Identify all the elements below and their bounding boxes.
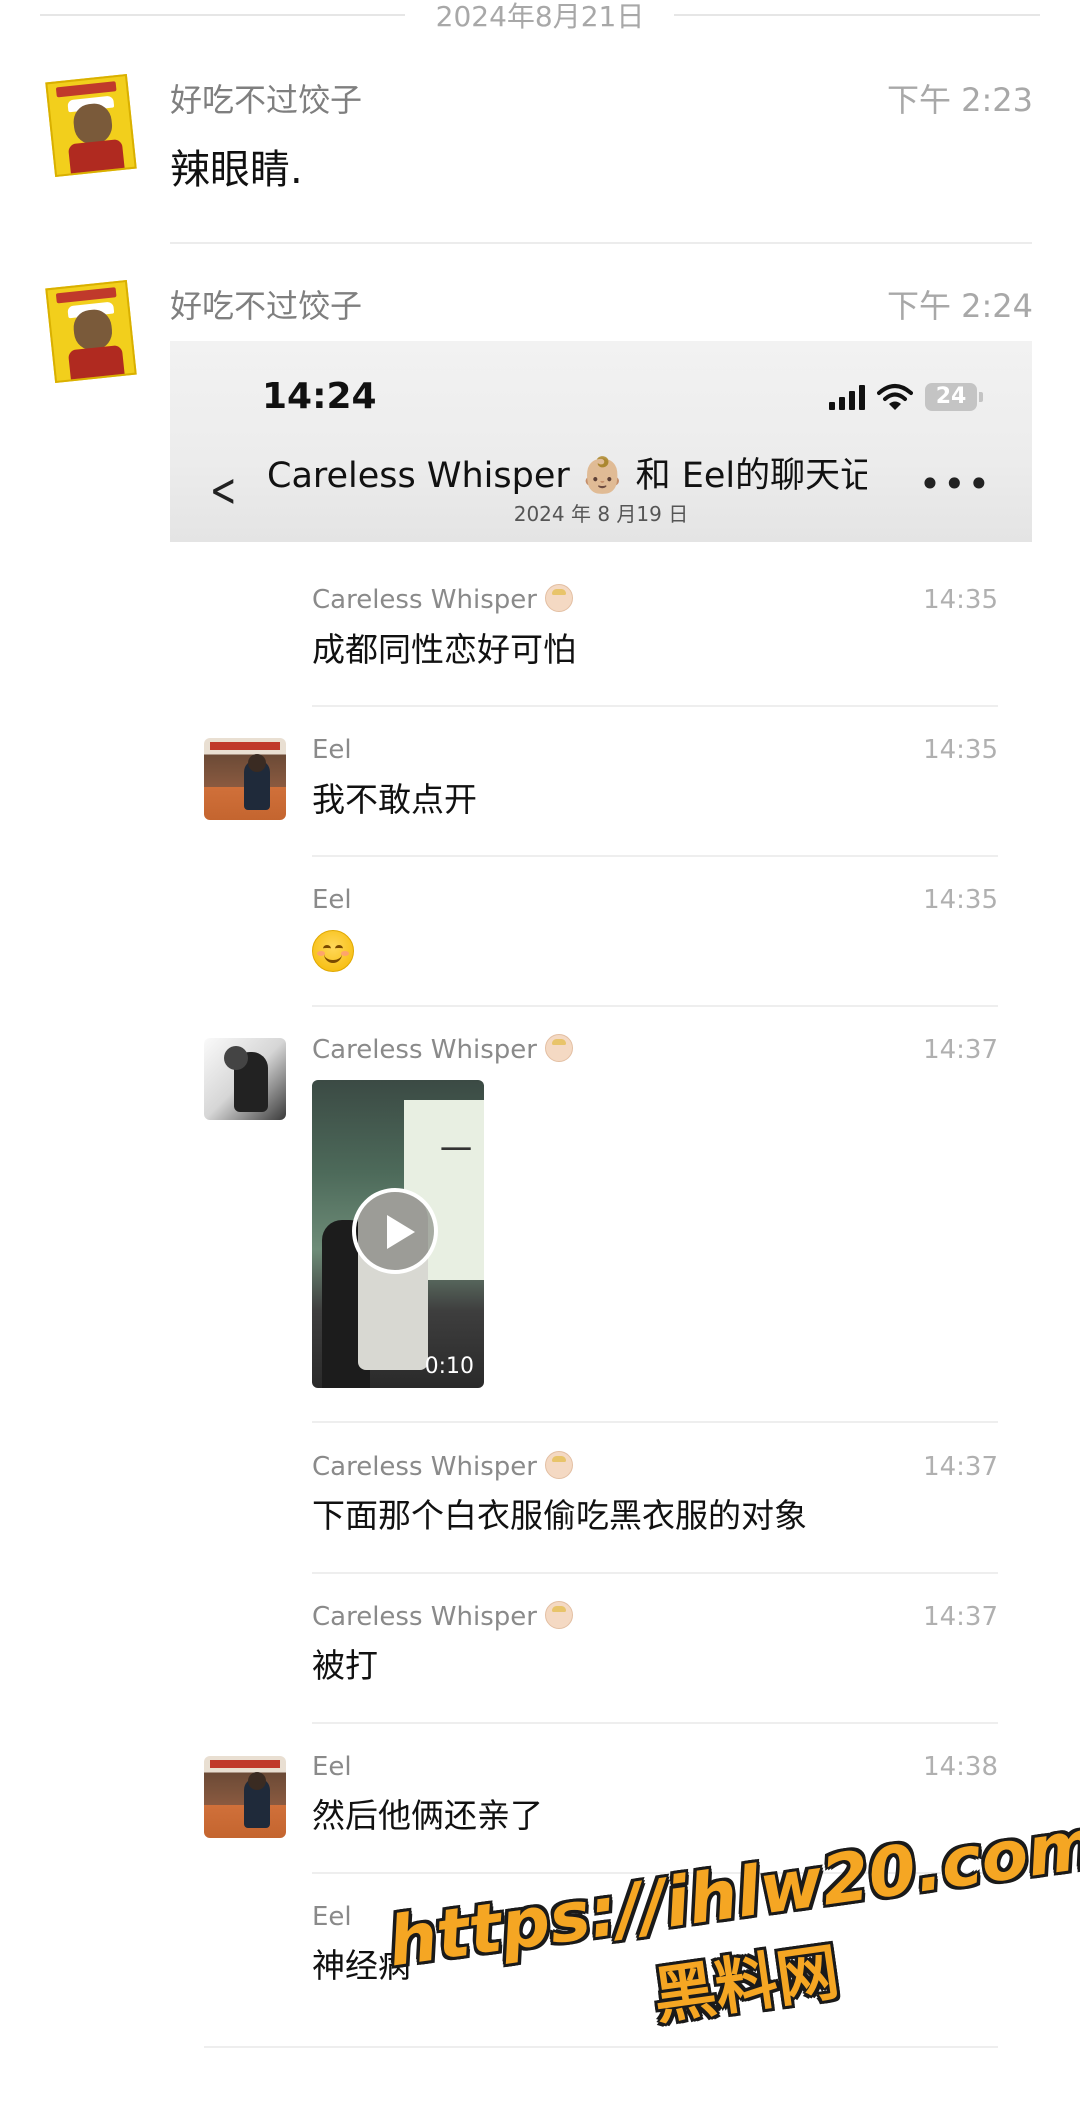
history-date: 2024年8月21日 [435,0,645,33]
chat-sender: Eel [312,885,352,915]
chat-divider [312,1722,998,1724]
play-icon[interactable] [352,1188,438,1274]
chat-message-text[interactable]: 成都同性恋好可怕 [312,628,576,672]
message-sender: 好吃不过饺子 [170,81,363,119]
chat-time: 14:35 [923,885,998,915]
message-divider [170,242,1032,244]
video-duration: 0:10 [424,1354,474,1379]
chat-sender: Eel [312,1752,352,1782]
status-bar-time: 14:24 [262,376,377,417]
chat-message-text[interactable]: 我不敢点开 [312,778,477,822]
avatar-careless-whisper[interactable] [204,1038,286,1120]
chat-time: 14:37 [923,1035,998,1065]
chat-sender: Careless Whisper [312,1033,573,1067]
chat-time: 14:35 [923,585,998,615]
chat-sender: Careless Whisper [312,1600,573,1634]
chat-divider [312,855,998,857]
baby-emoji-icon [544,584,573,612]
status-bar-icons: 24 [829,381,983,413]
battery-icon: 24 [925,383,983,411]
message-sender: 好吃不过饺子 [170,287,363,325]
avatar[interactable] [45,279,137,384]
chat-sender: Careless Whisper [312,583,573,617]
chat-divider [312,1572,998,1574]
chat-time: 14:38 [923,1752,998,1782]
watermark-name: 黑料网 [649,1934,844,2034]
message-text[interactable]: 辣眼睛. [170,144,303,196]
chat-sender: Eel [312,1902,352,1932]
chat-message-text[interactable]: 然后他俩还亲了 [312,1794,543,1838]
video-thumbnail[interactable]: 一 0:10 [312,1080,484,1388]
more-dots-icon[interactable]: ••• [919,465,992,503]
baby-emoji-icon [544,1601,573,1629]
smiling-face-icon[interactable] [312,930,354,972]
wifi-icon [877,384,913,410]
chat-time: 14:35 [923,735,998,765]
chat-message-text[interactable]: 下面那个白衣服偷吃黑衣服的对象 [312,1494,807,1538]
baby-emoji-icon [544,1034,573,1062]
message-time: 下午 2:23 [886,81,1033,119]
chat-divider [312,705,998,707]
signal-icon [829,384,865,410]
avatar[interactable] [45,73,137,178]
chat-divider [312,1421,998,1423]
baby-emoji-icon [544,1451,573,1479]
chat-sender: Careless Whisper [312,1450,573,1484]
chat-title: Careless Whisper 👶🏼 和 Eel的聊天记录 [267,456,867,496]
avatar-eel[interactable] [204,1756,286,1838]
chat-time: 14:37 [923,1602,998,1632]
chat-sender: Eel [312,735,352,765]
chat-time: 14:37 [923,1452,998,1482]
message-time: 下午 2:24 [886,287,1033,325]
avatar-eel[interactable] [204,738,286,820]
chat-date: 2024 年 8 月19 日 [513,502,689,526]
watermark: https://ihlw20.com 黑料网 [384,1805,1080,2112]
chat-message-text[interactable]: 被打 [312,1644,378,1688]
embedded-screenshot-header[interactable]: 14:24 24 < Careless Whisper 👶🏼 和 Eel的聊天记… [170,341,1032,542]
chat-divider [312,1005,998,1007]
